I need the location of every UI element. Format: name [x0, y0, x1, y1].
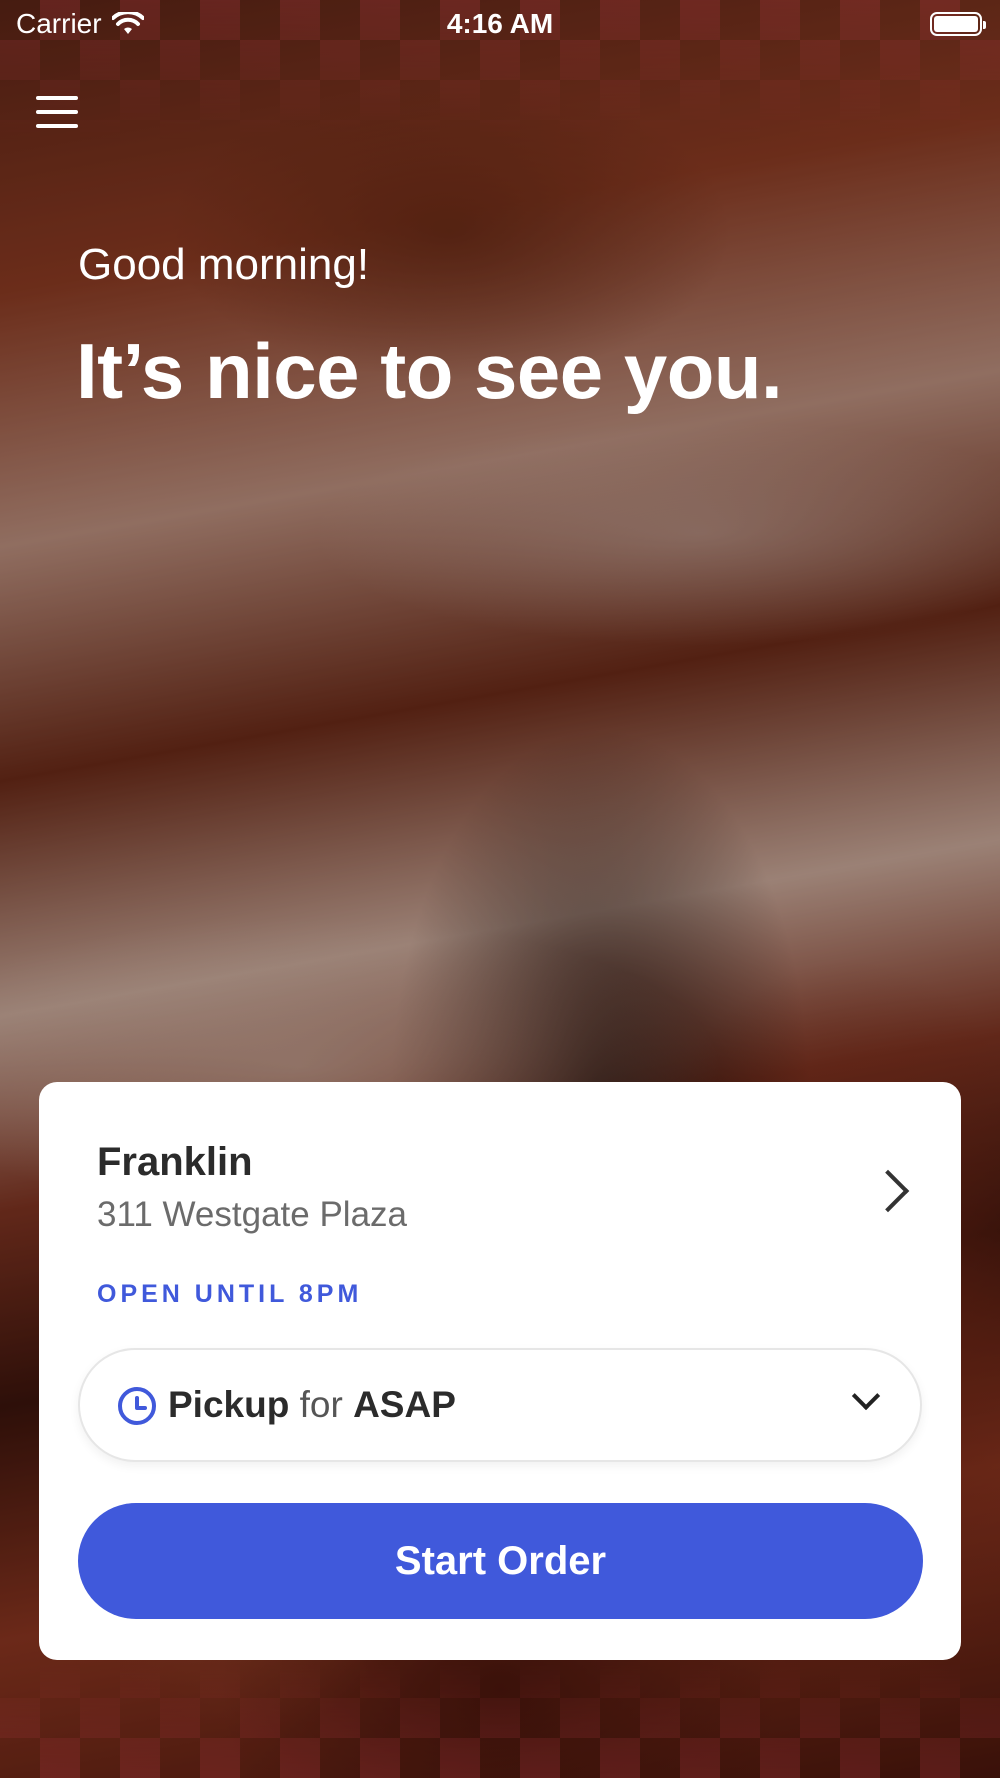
order-time-label: ASAP — [353, 1384, 456, 1425]
greeting-text: Good morning! — [78, 240, 370, 289]
order-mode-connector: for — [299, 1384, 343, 1425]
location-card: Franklin 311 Westgate Plaza OPEN UNTIL 8… — [39, 1082, 961, 1660]
headline-text: It’s nice to see you. — [76, 327, 783, 415]
location-selector[interactable]: Franklin 311 Westgate Plaza — [97, 1140, 911, 1250]
menu-bar — [36, 124, 78, 128]
start-order-button[interactable]: Start Order — [78, 1503, 923, 1619]
menu-bar — [36, 110, 78, 114]
status-bar: Carrier 4:16 AM — [0, 0, 1000, 50]
battery-icon — [930, 12, 986, 36]
status-time: 4:16 AM — [446, 8, 554, 39]
menu-bar — [36, 96, 78, 100]
store-hours: OPEN UNTIL 8PM — [97, 1280, 363, 1308]
store-name: Franklin — [97, 1140, 253, 1184]
order-mode-label: Pickup — [168, 1384, 290, 1425]
hamburger-menu-icon[interactable] — [36, 92, 78, 132]
battery-level — [934, 16, 978, 32]
order-mode-dropdown[interactable]: Pickup for ASAP — [78, 1348, 922, 1462]
store-address: 311 Westgate Plaza — [97, 1195, 408, 1234]
chevron-down-icon — [851, 1381, 881, 1411]
clock-icon — [118, 1387, 156, 1425]
order-mode-text: Pickup for ASAP — [168, 1384, 456, 1426]
